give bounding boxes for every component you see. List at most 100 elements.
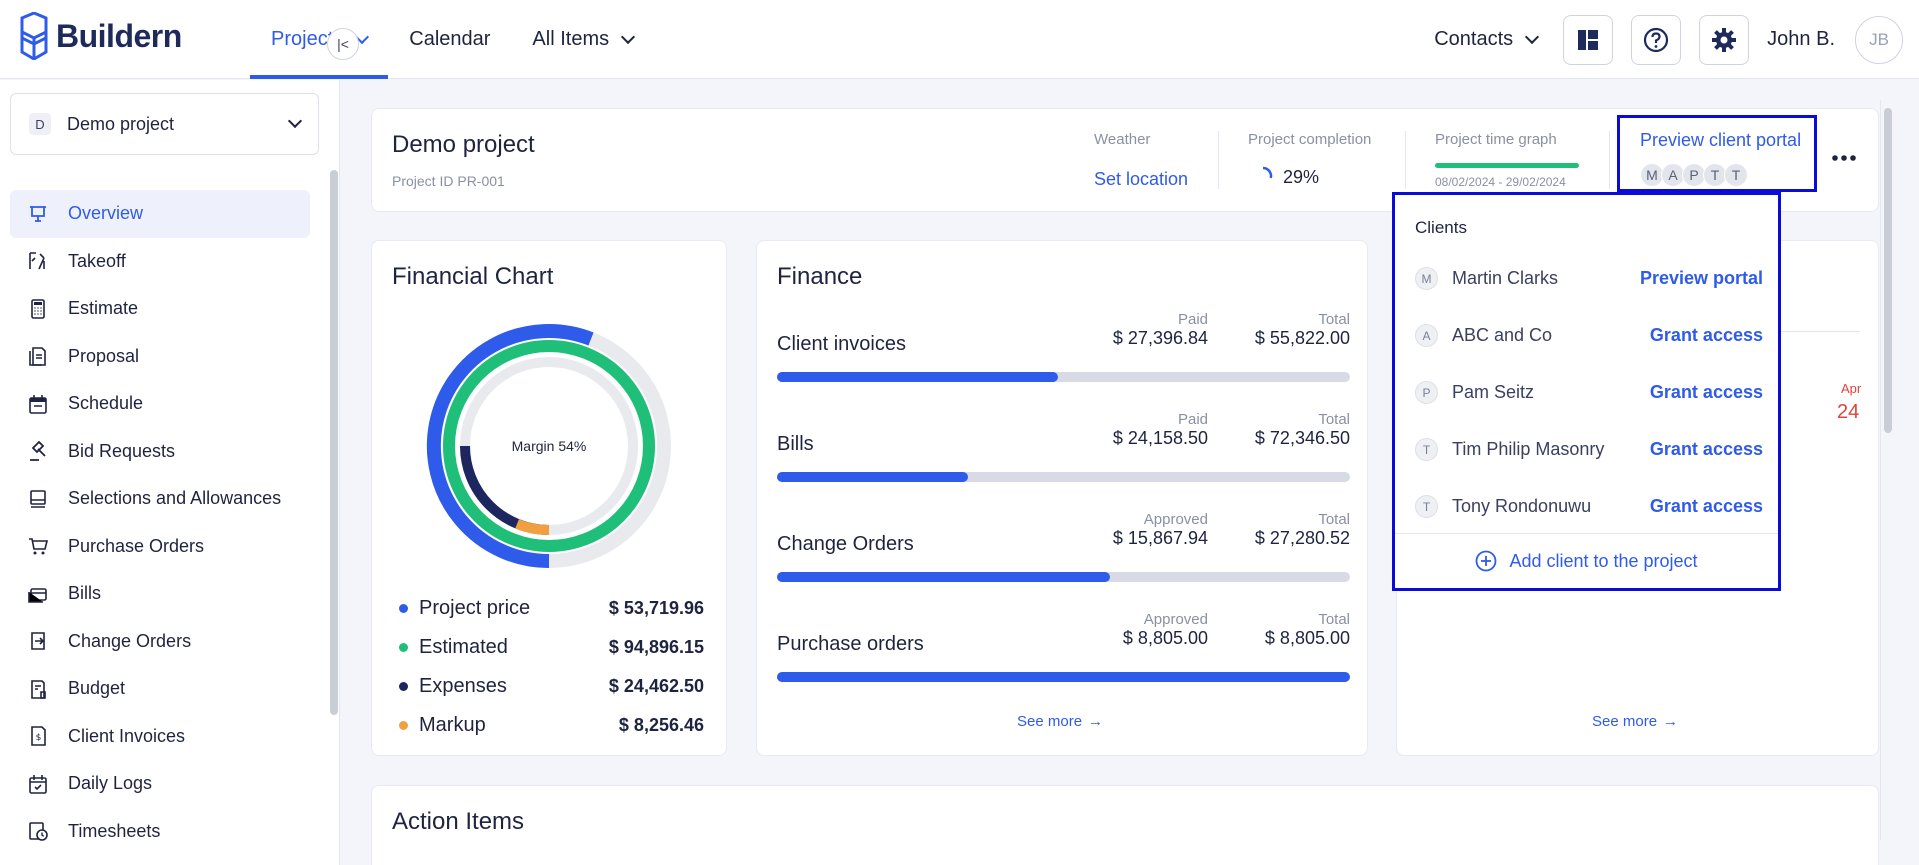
sidebar-item-client-invoices[interactable]: $ Client Invoices <box>10 713 310 761</box>
sidebar-item-takeoff[interactable]: Takeoff <box>10 238 310 286</box>
sidebar-item-schedule[interactable]: Schedule <box>10 380 310 428</box>
chevron-down-icon <box>621 29 636 44</box>
finance-title: Finance <box>777 263 863 290</box>
finance-right-value: $ 72,346.50 <box>1254 428 1350 448</box>
sidebar-item-selections-and-allowances[interactable]: Selections and Allowances <box>10 475 310 523</box>
finance-row-name: Bills <box>777 433 814 455</box>
invoice-icon: $ <box>27 725 49 747</box>
sidebar-item-label: Bid Requests <box>68 440 176 461</box>
dashboard-button[interactable] <box>1563 14 1614 65</box>
sidebar-item-proposal[interactable]: Proposal <box>10 333 310 381</box>
finance-row[interactable]: Client invoices Paid $ 27,396.84 Total $ 55,… <box>777 311 1350 386</box>
sidebar-item-change-orders[interactable]: Change Orders <box>10 618 310 666</box>
main-scrollbar[interactable] <box>1884 108 1892 433</box>
sidebar-item-purchase-orders[interactable]: Purchase Orders <box>10 523 310 571</box>
sidebar-item-timesheets[interactable]: Timesheets <box>10 808 310 856</box>
see-more-label: See more <box>1592 713 1658 730</box>
page-title: Demo project <box>392 131 535 158</box>
legend-item: Expenses $ 24,462.50 <box>399 667 704 706</box>
finance-row[interactable]: Purchase orders Approved $ 8,805.00 Total $ … <box>777 611 1350 686</box>
weather-label: Weather <box>1094 131 1151 148</box>
finance-row-name: Purchase orders <box>777 633 924 655</box>
client-avatar: A <box>1415 324 1438 347</box>
proposal-icon <box>27 345 49 367</box>
finance-left-col: Paid $ 24,158.50 <box>1113 411 1208 449</box>
divider <box>1218 131 1219 189</box>
finance-progress-bar <box>777 672 1350 682</box>
sidebar-menu: Overview Takeoff Estimate Proposal Schedule B… <box>10 190 310 855</box>
more-options-button[interactable] <box>1832 148 1856 162</box>
sidebar-item-budget[interactable]: Budget <box>10 665 310 713</box>
sidebar-item-label: Purchase Orders <box>68 535 205 556</box>
legend-item: Markup $ 8,256.46 <box>399 706 704 745</box>
client-row: T Tony Rondonuwu Grant access <box>1415 478 1763 535</box>
legend-value: $ 53,719.96 <box>608 598 704 618</box>
finance-right-value: $ 27,280.52 <box>1254 528 1350 548</box>
finance-left-col: Paid $ 27,396.84 <box>1113 311 1208 349</box>
finance-right-col: Total $ 55,822.00 <box>1255 311 1350 349</box>
divider <box>1395 533 1778 534</box>
logo[interactable]: Buildern <box>18 12 182 60</box>
settings-button[interactable] <box>1699 14 1750 65</box>
nav-all-items-label: All Items <box>532 28 610 50</box>
user-name[interactable]: John B. <box>1767 28 1835 51</box>
finance-left-label: Approved <box>1143 511 1208 528</box>
see-more-label: See more <box>1017 713 1083 730</box>
collapse-sidebar-button[interactable]: |< <box>327 28 359 60</box>
calendar-day: 24 <box>1837 401 1860 423</box>
sidebar-item-daily-logs[interactable]: Daily Logs <box>10 760 310 808</box>
client-action-link[interactable]: Grant access <box>1650 439 1763 460</box>
finance-row[interactable]: Bills Paid $ 24,158.50 Total $ 72,346.50 <box>777 411 1350 486</box>
finance-progress-fill <box>777 372 1058 382</box>
preview-client-portal-box[interactable]: Preview client portal M A P T T <box>1617 115 1817 192</box>
buildern-logo-icon <box>20 12 48 60</box>
legend-label: Markup <box>419 714 486 736</box>
nav-calendar[interactable]: Calendar <box>388 0 511 79</box>
legend-value: $ 94,896.15 <box>608 637 704 657</box>
sidebar-scrollbar[interactable] <box>330 170 338 715</box>
clients-dropdown-title: Clients <box>1415 218 1467 237</box>
client-action-link[interactable]: Grant access <box>1650 325 1763 346</box>
project-selector[interactable]: D Demo project <box>10 93 319 155</box>
chevron-down-icon <box>287 113 303 129</box>
user-avatar[interactable]: JB <box>1855 15 1903 64</box>
help-button[interactable] <box>1631 14 1682 65</box>
arrow-right-icon: → <box>1088 713 1104 730</box>
client-action-link[interactable]: Grant access <box>1650 496 1763 517</box>
legend-item: Estimated $ 94,896.15 <box>399 628 704 667</box>
finance-row[interactable]: Change Orders Approved $ 15,867.94 Total $ 2… <box>777 511 1350 586</box>
dashboard-icon <box>1578 29 1599 50</box>
sidebar-item-bills[interactable]: Bills <box>10 570 310 618</box>
time-graph-bar <box>1435 163 1579 168</box>
preview-client-portal-link[interactable]: Preview client portal <box>1640 130 1801 151</box>
sidebar-item-label: Proposal <box>68 345 140 366</box>
client-row: P Pam Seitz Grant access <box>1415 364 1763 421</box>
legend-label: Expenses <box>419 675 507 697</box>
client-row: A ABC and Co Grant access <box>1415 307 1763 364</box>
completion-label: Project completion <box>1248 131 1372 148</box>
plus-circle-icon <box>1476 550 1497 572</box>
client-action-link[interactable]: Grant access <box>1650 382 1763 403</box>
action-items-card: Action Items <box>371 785 1879 865</box>
schedule-see-more-link[interactable]: See more → <box>1592 713 1678 730</box>
finance-right-label: Total <box>1318 511 1350 528</box>
finance-progress-fill <box>777 672 1350 682</box>
finance-row-name: Client invoices <box>777 333 906 355</box>
finance-left-label: Paid <box>1177 411 1208 428</box>
contacts-menu[interactable]: Contacts <box>1434 28 1540 51</box>
client-action-link[interactable]: Preview portal <box>1640 268 1763 289</box>
sidebar-item-label: Timesheets <box>68 820 161 841</box>
sidebar-item-bid-requests[interactable]: Bid Requests <box>10 428 310 476</box>
sidebar-item-estimate[interactable]: Estimate <box>10 285 310 333</box>
sidebar-item-label: Selections and Allowances <box>68 488 282 509</box>
finance-see-more-link[interactable]: See more → <box>1017 713 1103 730</box>
takeoff-icon <box>27 250 49 272</box>
sidebar-item-overview[interactable]: Overview <box>10 190 310 238</box>
help-icon <box>1644 27 1669 52</box>
collapse-icon: |< <box>337 36 349 52</box>
nav-projects[interactable]: Projects <box>250 0 389 79</box>
nav-all-items[interactable]: All Items <box>511 0 654 79</box>
set-location-link[interactable]: Set location <box>1094 169 1188 190</box>
finance-right-label: Total <box>1318 611 1350 628</box>
add-client-button[interactable]: Add client to the project <box>1395 550 1778 572</box>
